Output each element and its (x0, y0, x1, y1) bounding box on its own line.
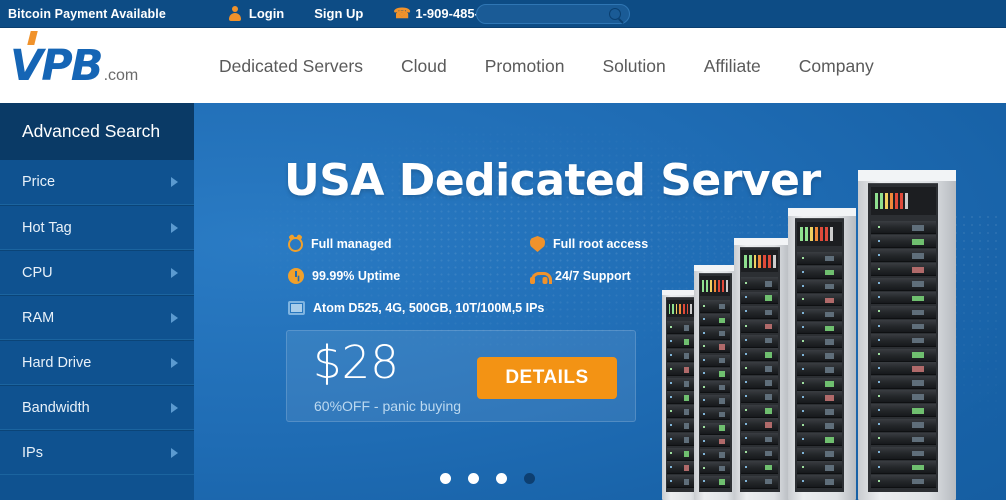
chevron-right-icon (171, 312, 178, 323)
monitor-icon (288, 301, 305, 315)
sidebar-item-label: Price (22, 174, 56, 190)
feature-label: Full managed (311, 237, 392, 251)
feature-full-managed: Full managed (288, 236, 530, 252)
search-icon[interactable] (609, 8, 621, 20)
feature-full-root-access: Full root access (530, 236, 648, 252)
feature-uptime: 99.99% Uptime (288, 268, 530, 284)
sidebar-item-label: Hard Drive (22, 354, 92, 371)
feature-specs: Atom D525, 4G, 500GB, 10T/100M,5 IPs (288, 301, 544, 315)
person-icon (228, 6, 242, 21)
shield-icon (530, 236, 545, 252)
sidebar-item-label: Bandwidth (22, 399, 90, 416)
feature-row: 99.99% Uptime 24/7 Support (288, 260, 658, 292)
sidebar-item-ips[interactable]: IPs (0, 430, 194, 475)
chevron-right-icon (171, 402, 178, 413)
nav-item-promotion[interactable]: Promotion (466, 56, 584, 77)
sidebar-item-label: Hot Tag (22, 219, 72, 236)
sidebar-item-price[interactable]: Price (0, 160, 194, 205)
feature-row: Full managed Full root access (288, 228, 658, 260)
signup-label: Sign Up (314, 6, 364, 21)
page-root: Bitcoin Payment Available Login Sign Up … (0, 0, 1006, 500)
feature-label: 99.99% Uptime (312, 269, 401, 283)
search-box[interactable] (476, 4, 630, 24)
feature-support: 24/7 Support (530, 269, 631, 284)
sidebar-item-cpu[interactable]: CPU (0, 250, 194, 295)
chevron-right-icon (171, 447, 178, 458)
sidebar-item-hard-drive[interactable]: Hard Drive (0, 340, 194, 385)
nav-item-cloud[interactable]: Cloud (382, 56, 466, 77)
chevron-right-icon (171, 222, 178, 233)
site-header: VPB .com Dedicated Servers Cloud Promoti… (0, 29, 1006, 103)
alarm-clock-icon (288, 236, 303, 252)
feature-label: Full root access (553, 237, 649, 251)
sidebar-item-bandwidth[interactable]: Bandwidth (0, 385, 194, 430)
login-label: Login (248, 6, 285, 21)
details-button[interactable]: DETAILS (477, 357, 617, 399)
price-box: $28 60%OFF - panic buying DETAILS (286, 330, 636, 422)
headset-icon (530, 269, 552, 284)
carousel-dots (440, 473, 535, 484)
sidebar-item-label: CPU (22, 264, 53, 281)
advanced-search-sidebar: Advanced Search Price Hot Tag CPU RAM Ha… (0, 103, 194, 500)
logo-mark: VPB (10, 40, 104, 91)
carousel-dot-3[interactable] (496, 473, 507, 484)
signup-link[interactable]: Sign Up (314, 6, 363, 21)
sidebar-title: Advanced Search (0, 103, 194, 160)
server-rack (858, 170, 956, 500)
search-input[interactable] (485, 5, 605, 23)
logo-suffix: .com (103, 66, 139, 84)
server-rack (734, 238, 790, 500)
phone-icon: ☎ (393, 5, 411, 21)
price-subtitle: 60%OFF - panic buying (314, 398, 462, 414)
server-rack (788, 208, 856, 500)
feature-label: Atom D525, 4G, 500GB, 10T/100M,5 IPs (313, 301, 545, 315)
feature-label: 24/7 Support (555, 269, 631, 283)
nav-item-company[interactable]: Company (780, 56, 893, 77)
nav-item-solution[interactable]: Solution (583, 56, 684, 77)
carousel-dot-4[interactable] (524, 473, 535, 484)
login-link[interactable]: Login (228, 6, 284, 21)
carousel-dot-1[interactable] (440, 473, 451, 484)
main-navigation: Dedicated Servers Cloud Promotion Soluti… (200, 56, 893, 77)
carousel-dot-2[interactable] (468, 473, 479, 484)
hero-feature-list: Full managed Full root access 99.99% Upt… (288, 228, 658, 324)
nav-item-dedicated-servers[interactable]: Dedicated Servers (200, 56, 382, 77)
bitcoin-payment-tagline: Bitcoin Payment Available (8, 6, 166, 21)
feature-row: Atom D525, 4G, 500GB, 10T/100M,5 IPs (288, 292, 658, 324)
hero-title: USA Dedicated Server (284, 155, 821, 206)
sidebar-item-label: RAM (22, 309, 55, 326)
logo[interactable]: VPB .com (10, 31, 185, 91)
sidebar-item-hot-tag[interactable]: Hot Tag (0, 205, 194, 250)
top-bar-links: Login Sign Up ☎ 1-909-485-3844 (228, 6, 508, 21)
clock-icon (288, 268, 304, 284)
price-amount: $28 (313, 336, 399, 389)
chevron-right-icon (171, 357, 178, 368)
nav-item-affiliate[interactable]: Affiliate (685, 56, 780, 77)
sidebar-item-label: IPs (22, 444, 43, 461)
top-utility-bar: Bitcoin Payment Available Login Sign Up … (0, 0, 1006, 28)
server-racks-illustration (648, 170, 1006, 500)
chevron-right-icon (171, 177, 178, 187)
sidebar-item-ram[interactable]: RAM (0, 295, 194, 340)
chevron-right-icon (171, 267, 178, 278)
